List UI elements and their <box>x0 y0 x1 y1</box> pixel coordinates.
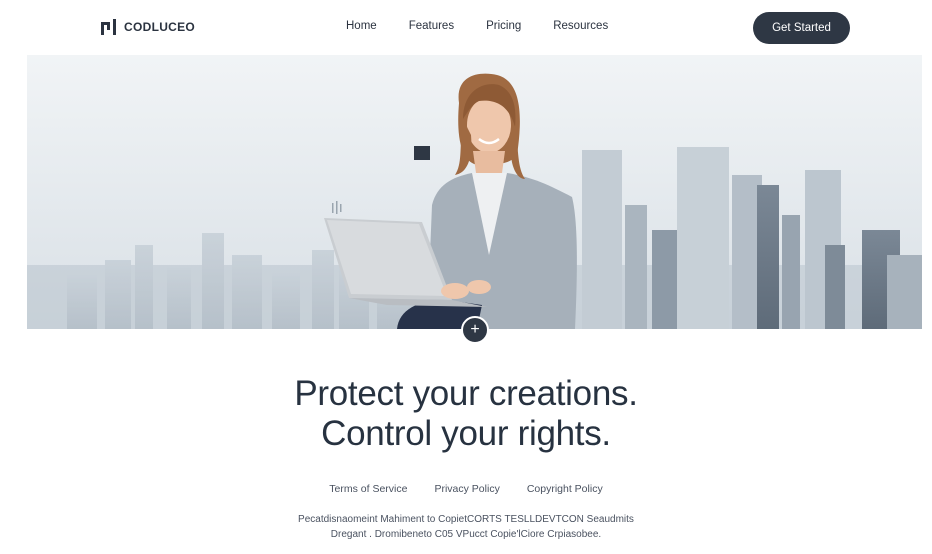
footer-links: Terms of Service Privacy Policy Copyrigh… <box>0 483 932 495</box>
brand-logo[interactable]: CODLUCEO <box>100 18 195 36</box>
logo-icon <box>101 19 116 35</box>
get-started-button[interactable]: Get Started <box>753 12 850 44</box>
fine-print: Pecatdisnaomeint Mahiment to CopietCORTS… <box>0 512 932 542</box>
hero-headline: Protect your creations. Control your rig… <box>0 374 932 454</box>
nav-home[interactable]: Home <box>346 20 377 32</box>
terms-of-service-link[interactable]: Terms of Service <box>329 483 407 495</box>
nav-features[interactable]: Features <box>409 20 454 32</box>
privacy-policy-link[interactable]: Privacy Policy <box>434 483 499 495</box>
hero-illustration <box>27 55 922 329</box>
logo-text: CODLUCEO <box>124 20 196 34</box>
headline-line-1: Protect your creations. <box>294 374 638 413</box>
decor-square <box>414 146 430 160</box>
site-header: CODLUCEO Home Features Pricing Resources… <box>0 0 932 55</box>
fine-print-line-2: Dregant . Dromibeneto C05 VPucct Copie'l… <box>330 529 602 540</box>
nav-pricing[interactable]: Pricing <box>486 20 521 32</box>
headline-line-2: Control your rights. <box>321 414 611 453</box>
main-nav: Home Features Pricing Resources <box>346 20 608 32</box>
add-icon[interactable]: + <box>461 316 489 344</box>
copyright-policy-link[interactable]: Copyright Policy <box>527 483 603 495</box>
fine-print-line-1: Pecatdisnaomeint Mahiment to CopietCORTS… <box>298 514 634 525</box>
hero-image <box>27 55 922 329</box>
nav-resources[interactable]: Resources <box>553 20 608 32</box>
